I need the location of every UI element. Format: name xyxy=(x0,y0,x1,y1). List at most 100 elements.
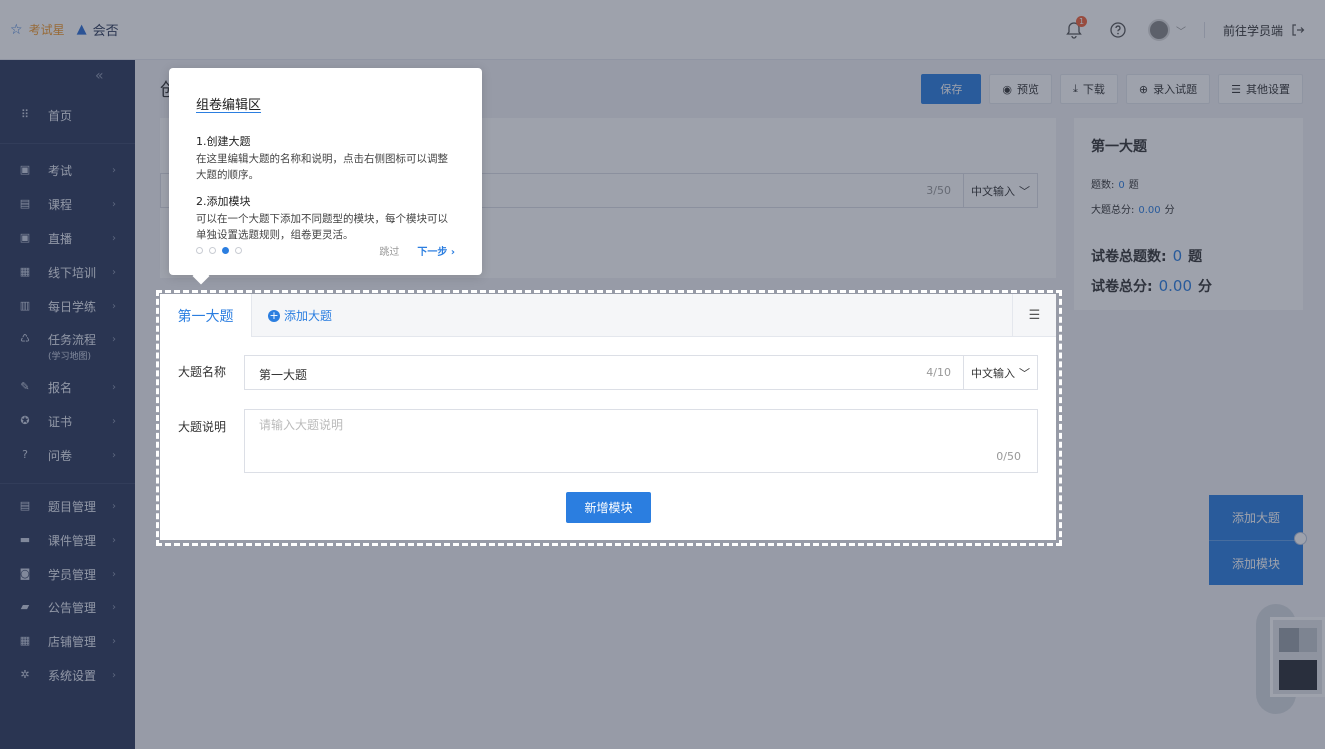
chevron-right-icon: › xyxy=(112,164,116,176)
notice-icon: ▰ xyxy=(20,600,30,613)
guide-highlight-frame xyxy=(156,290,1062,546)
to-student-label: 前往学员端 xyxy=(1222,23,1283,38)
sidebar-item-settings[interactable]: ✲ 系统设置 › xyxy=(0,660,135,690)
sidebar: « ⠿ 首页 ▣ 考试 › ▤ 课程 › ▣ 直播 › ▦ 线下培训 › ▥ 每… xyxy=(0,60,135,749)
guide-step1-title: 1.创建大题 xyxy=(196,135,251,148)
sidebar-item-daily-practice[interactable]: ▥ 每日学练 › xyxy=(0,291,135,321)
save-button[interactable]: 保存 xyxy=(921,74,982,104)
header-divider xyxy=(1203,22,1205,38)
user-menu[interactable]: ﹀ xyxy=(1147,16,1186,44)
import-questions-button[interactable]: ⊕ 录入试题 xyxy=(1125,74,1211,104)
chevron-right-icon: › xyxy=(112,333,116,345)
chevron-right-icon: › xyxy=(112,534,116,546)
sidebar-item-label: 公告管理 xyxy=(48,600,97,615)
chevron-right-icon: › xyxy=(112,449,116,461)
avatar xyxy=(1147,19,1170,41)
sidebar-item-label: 线下培训 xyxy=(48,265,97,280)
brand-secondary: 会否 xyxy=(92,24,119,39)
ime-select[interactable]: 中文输入 ﹀ xyxy=(963,174,1037,207)
logo[interactable]: ☆ 考试星 ▲ 会否 xyxy=(10,20,119,40)
other-settings-button[interactable]: ☰ 其他设置 xyxy=(1218,74,1303,104)
step-dot xyxy=(222,246,229,254)
sidebar-divider xyxy=(0,143,135,144)
value: 0 xyxy=(1172,247,1183,265)
live-icon: ▣ xyxy=(19,231,31,244)
float-add-section-button[interactable]: 添加大题 xyxy=(1209,495,1303,540)
section-score: 大题总分: 0.00 分 xyxy=(1091,201,1286,216)
guide-step2-title: 2.添加模块 xyxy=(196,195,251,208)
video-pixel xyxy=(1279,660,1317,690)
unit: 分 xyxy=(1198,279,1213,295)
label: 试卷总题数: xyxy=(1091,249,1167,265)
sidebar-item-survey[interactable]: ? 问卷 › xyxy=(0,440,135,470)
video-preview-thumbnail[interactable] xyxy=(1270,617,1325,697)
help-button[interactable] xyxy=(1104,16,1132,44)
to-student-link[interactable]: 前往学员端 xyxy=(1223,22,1305,39)
notification-badge: 1 xyxy=(1075,16,1087,27)
preview-label: 预览 xyxy=(1017,83,1040,96)
notification-button[interactable]: 1 xyxy=(1060,16,1088,44)
guide-title: 组卷编辑区 xyxy=(196,98,262,113)
sidebar-item-label: 直播 xyxy=(48,231,73,246)
step-indicator xyxy=(196,246,242,254)
download-label: 下载 xyxy=(1082,83,1105,96)
sidebar-item-question-bank[interactable]: ▤ 题目管理 › xyxy=(0,491,135,521)
chevron-right-icon: › xyxy=(112,300,116,312)
sidebar-item-label: 课件管理 xyxy=(48,533,97,548)
sidebar-item-notices[interactable]: ▰ 公告管理 › xyxy=(0,592,135,622)
chevron-right-icon: › xyxy=(112,198,116,210)
menu-icon: ☰ xyxy=(1231,82,1241,96)
cloud-logo-icon: ▲ xyxy=(76,22,87,37)
toolbar: 保存 ◉ 预览 ⤓ 下载 ⊕ 录入试题 ☰ 其他设置 xyxy=(921,74,1303,104)
unit: 题 xyxy=(1188,249,1203,265)
save-label: 保存 xyxy=(940,83,963,96)
sidebar-item-signup[interactable]: ✎ 报名 › xyxy=(0,372,135,402)
sidebar-item-course[interactable]: ▤ 课程 › xyxy=(0,189,135,219)
survey-icon: ? xyxy=(22,448,28,461)
step-dot xyxy=(235,246,242,254)
sidebar-item-label: 报名 xyxy=(48,380,73,395)
unit: 题 xyxy=(1128,180,1139,191)
sidebar-item-label: 首页 xyxy=(48,108,73,123)
sidebar-item-label: 课程 xyxy=(48,197,73,212)
sidebar-item-label: 问卷 xyxy=(48,448,73,463)
guide-popover: 组卷编辑区 1.创建大题 在这里编辑大题的名称和说明，点击右侧图标可以调整大题的… xyxy=(169,68,482,275)
drag-handle-icon[interactable] xyxy=(1294,532,1307,545)
sidebar-item-exam[interactable]: ▣ 考试 › xyxy=(0,155,135,185)
download-button[interactable]: ⤓ 下载 xyxy=(1060,74,1118,104)
preview-button[interactable]: ◉ 预览 xyxy=(989,74,1053,104)
sidebar-item-shop[interactable]: ▦ 店铺管理 › xyxy=(0,626,135,656)
sidebar-item-home[interactable]: ⠿ 首页 xyxy=(0,100,135,130)
unit: 分 xyxy=(1164,205,1175,216)
label: 题数: xyxy=(1091,180,1115,191)
value: 0 xyxy=(1118,180,1125,191)
sidebar-item-courseware[interactable]: ▬ 课件管理 › xyxy=(0,525,135,555)
chevron-down-icon: ﹀ xyxy=(1175,26,1186,38)
sidebar-item-label: 每日学练 xyxy=(48,299,97,314)
shop-icon: ▦ xyxy=(19,634,31,647)
collapse-sidebar-icon[interactable]: « xyxy=(95,68,104,84)
gear-icon: ✲ xyxy=(20,668,30,681)
skip-button[interactable]: 跳过 xyxy=(379,243,399,258)
chevron-right-icon: › xyxy=(112,568,116,580)
next-step-button[interactable]: 下一步 › xyxy=(417,243,455,258)
sidebar-item-live[interactable]: ▣ 直播 › xyxy=(0,223,135,253)
import-label: 录入试题 xyxy=(1153,83,1198,96)
sidebar-item-label: 学员管理 xyxy=(48,567,97,582)
paper-total-count: 试卷总题数: 0 题 xyxy=(1091,246,1286,266)
logout-icon xyxy=(1292,24,1305,36)
next-label: 下一步 xyxy=(417,246,448,258)
flow-icon: ♺ xyxy=(20,332,30,345)
sidebar-item-label: 系统设置 xyxy=(48,668,97,683)
question-bank-icon: ▤ xyxy=(19,499,31,512)
exam-icon: ▣ xyxy=(19,163,31,176)
sidebar-item-offline-training[interactable]: ▦ 线下培训 › xyxy=(0,257,135,287)
float-add-module-button[interactable]: 添加模块 xyxy=(1209,540,1303,585)
section-count: 题数: 0 题 xyxy=(1091,176,1286,191)
sidebar-item-certificate[interactable]: ✪ 证书 › xyxy=(0,406,135,436)
step-dot xyxy=(209,246,216,254)
chevron-right-icon: › xyxy=(112,381,116,393)
chevron-right-icon: › xyxy=(112,415,116,427)
sidebar-item-students[interactable]: ◙ 学员管理 › xyxy=(0,559,135,589)
sidebar-item-label: 考试 xyxy=(48,163,73,178)
